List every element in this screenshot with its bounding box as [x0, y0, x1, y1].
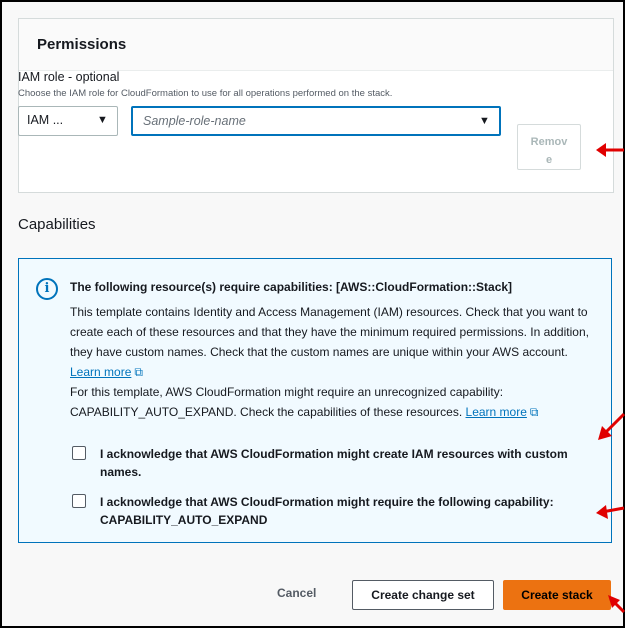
capabilities-paragraph-2: For this template, AWS CloudFormation mi…: [70, 382, 600, 422]
create-change-set-button[interactable]: Create change set: [352, 580, 494, 610]
external-link-icon: ⧉: [529, 405, 539, 419]
annotation-arrow-icon: [596, 505, 625, 519]
paragraph-1-text: This template contains Identity and Acce…: [70, 305, 589, 359]
annotation-arrow-icon: [608, 595, 625, 614]
create-stack-button[interactable]: Create stack: [503, 580, 611, 610]
capabilities-paragraph-1: This template contains Identity and Acce…: [70, 302, 600, 382]
iam-role-description: Choose the IAM role for CloudFormation t…: [18, 88, 393, 99]
caret-down-icon: ▼: [97, 114, 108, 126]
remove-label-line2: e: [545, 154, 553, 166]
cancel-button[interactable]: Cancel: [277, 586, 316, 600]
ack-iam-label[interactable]: I acknowledge that AWS CloudFormation mi…: [100, 445, 590, 481]
ack-auto-expand-label[interactable]: I acknowledge that AWS CloudFormation mi…: [100, 493, 590, 529]
iam-role-label: IAM role - optional: [18, 70, 120, 84]
role-name-placeholder: Sample-role-name: [143, 114, 246, 128]
caret-down-icon: ▼: [479, 115, 490, 127]
ack-auto-expand-checkbox[interactable]: [72, 494, 86, 508]
info-icon: i: [36, 278, 58, 300]
annotation-arrow-icon: [596, 143, 624, 157]
remove-label-line1: Remov: [530, 136, 568, 148]
ack-iam-checkbox[interactable]: [72, 446, 86, 460]
external-link-icon: ⧉: [134, 365, 143, 379]
remove-button[interactable]: Remov e: [517, 124, 581, 170]
learn-more-link[interactable]: Learn more: [466, 405, 527, 419]
annotation-arrow-icon: [598, 412, 625, 440]
iam-type-value: IAM ...: [27, 113, 64, 127]
paragraph-2-text: For this template, AWS CloudFormation mi…: [70, 385, 504, 419]
learn-more-link[interactable]: Learn more: [70, 365, 131, 379]
capabilities-title: Capabilities: [18, 216, 96, 233]
iam-type-select[interactable]: IAM ... ▼: [18, 106, 118, 136]
capabilities-info-heading: The following resource(s) require capabi…: [70, 280, 513, 294]
role-name-select[interactable]: Sample-role-name ▼: [131, 106, 501, 136]
permissions-title: Permissions: [19, 19, 613, 71]
